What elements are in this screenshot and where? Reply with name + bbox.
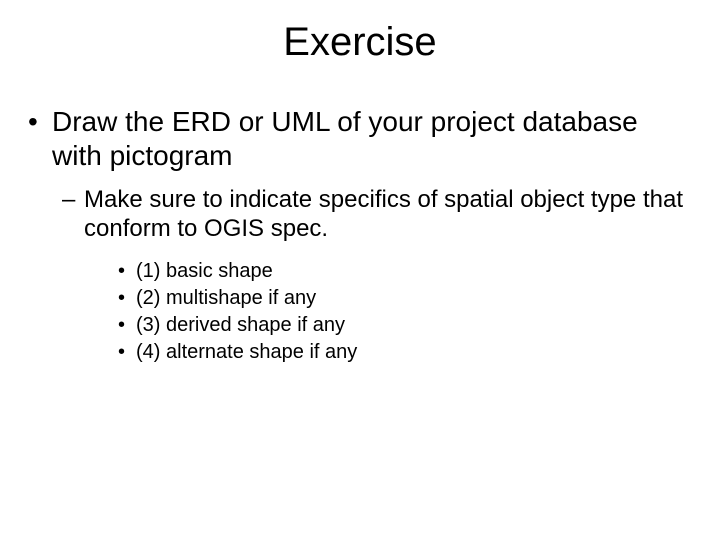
dash-icon: – xyxy=(62,186,84,215)
bullet-dot-icon: • xyxy=(118,312,136,339)
bullet-level-2: –Make sure to indicate specifics of spat… xyxy=(62,186,690,244)
bullet-dot-icon: • xyxy=(118,285,136,312)
bullet-dot-icon: • xyxy=(118,339,136,366)
bullet-level-3-text: (2) multishape if any xyxy=(136,285,686,312)
bullet-level-3-text: (3) derived shape if any xyxy=(136,312,686,339)
bullet-level-3-item: •(4) alternate shape if any xyxy=(118,339,690,366)
bullet-dot-icon: • xyxy=(118,258,136,285)
bullet-level-3-text: (4) alternate shape if any xyxy=(136,339,686,366)
bullet-level-3-item: •(1) basic shape xyxy=(118,258,690,285)
bullet-level-1: •Draw the ERD or UML of your project dat… xyxy=(28,105,690,172)
bullet-level-3-text: (1) basic shape xyxy=(136,258,686,285)
bullet-level-2-text: Make sure to indicate specifics of spati… xyxy=(84,186,686,244)
bullet-level-1-text: Draw the ERD or UML of your project data… xyxy=(52,105,686,172)
bullet-dot-icon: • xyxy=(28,105,52,139)
bullet-level-3-item: •(3) derived shape if any xyxy=(118,312,690,339)
bullet-level-3-item: •(2) multishape if any xyxy=(118,285,690,312)
slide-title: Exercise xyxy=(0,20,720,65)
